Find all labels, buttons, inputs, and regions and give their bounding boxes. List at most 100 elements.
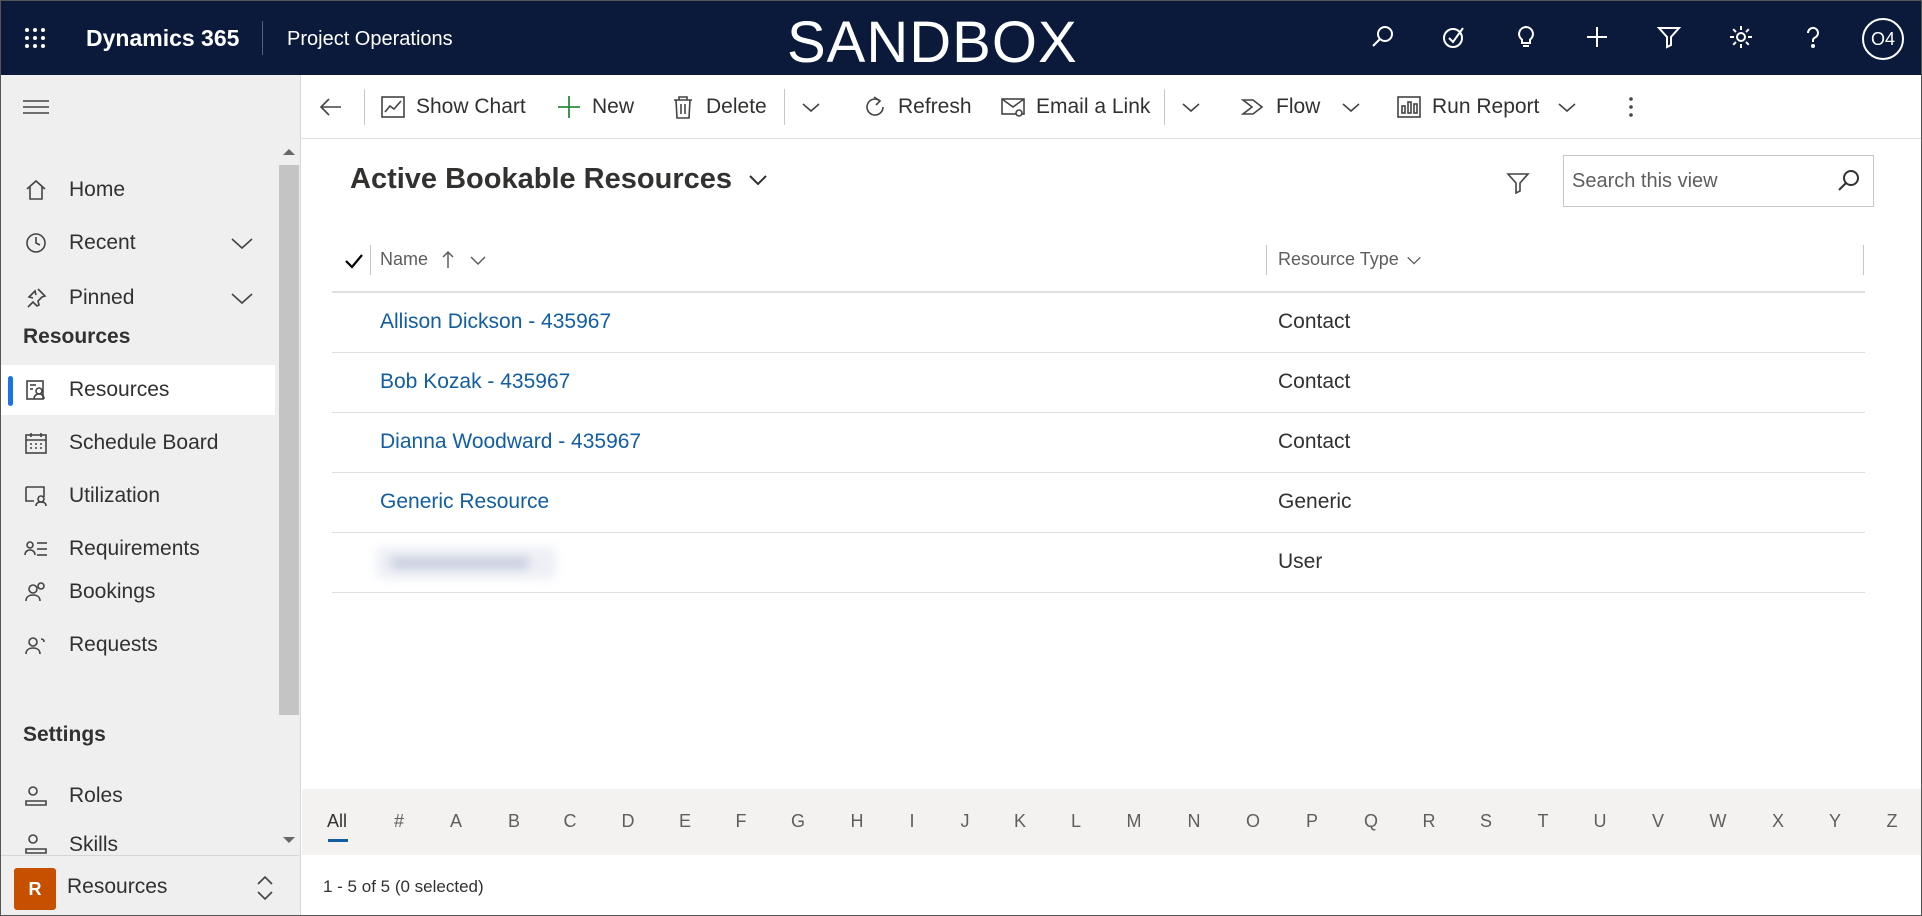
calendar-icon bbox=[23, 430, 49, 456]
jump-letter[interactable]: F bbox=[726, 811, 756, 832]
scroll-up-arrow-icon[interactable] bbox=[283, 149, 295, 155]
chevron-down-icon[interactable] bbox=[229, 285, 255, 311]
email-link-button[interactable]: Email a Link bbox=[1000, 87, 1150, 127]
select-all-checkmark-icon[interactable] bbox=[342, 249, 366, 273]
sidebar-item-skills[interactable]: Skills bbox=[1, 815, 275, 855]
jump-letter[interactable]: J bbox=[950, 811, 980, 832]
grid-header: Name Resource Type bbox=[332, 231, 1865, 293]
hamburger-menu-icon[interactable] bbox=[23, 97, 49, 117]
back-button[interactable] bbox=[318, 87, 344, 127]
sidebar-item-resources[interactable]: Resources bbox=[1, 365, 275, 415]
chevron-down-icon bbox=[749, 174, 767, 185]
sidebar-item-label: Schedule Board bbox=[69, 431, 219, 454]
show-chart-button[interactable]: Show Chart bbox=[380, 87, 526, 127]
button-label: Run Report bbox=[1432, 95, 1540, 118]
jump-letter[interactable]: G bbox=[783, 811, 813, 832]
filter-icon[interactable] bbox=[1651, 19, 1687, 55]
jump-letter[interactable]: D bbox=[613, 811, 643, 832]
sidebar-item-roles[interactable]: Roles bbox=[1, 771, 275, 821]
jump-letter-all[interactable]: All bbox=[322, 811, 352, 842]
record-name-link[interactable]: Bob Kozak - 435967 bbox=[380, 370, 570, 394]
run-report-button[interactable]: Run Report bbox=[1396, 87, 1539, 127]
jump-letter[interactable]: R bbox=[1414, 811, 1444, 832]
record-name-link[interactable]: Generic Resource bbox=[380, 490, 549, 514]
delete-button[interactable]: Delete bbox=[670, 87, 767, 127]
record-name-link[interactable]: Dianna Woodward - 435967 bbox=[380, 430, 641, 454]
search-input[interactable] bbox=[1572, 166, 1822, 196]
more-email-options-button[interactable] bbox=[1178, 87, 1204, 127]
jump-letter[interactable]: A bbox=[441, 811, 471, 832]
jump-letter[interactable]: H bbox=[842, 811, 872, 832]
jump-letter[interactable]: C bbox=[555, 811, 585, 832]
sidebar-item-utilization[interactable]: Utilization bbox=[1, 471, 275, 521]
jump-letter[interactable]: I bbox=[897, 811, 927, 832]
sidebar-item-home[interactable]: Home bbox=[1, 165, 275, 215]
lightbulb-icon[interactable] bbox=[1508, 19, 1544, 55]
app-launcher-icon[interactable] bbox=[23, 26, 47, 50]
jump-letter[interactable]: V bbox=[1643, 811, 1673, 832]
jump-letter[interactable]: B bbox=[499, 811, 529, 832]
record-name-link[interactable]: Allison Dickson - 435967 bbox=[380, 310, 611, 334]
sidebar-item-requests[interactable]: Requests bbox=[1, 620, 275, 670]
jump-letter[interactable]: T bbox=[1528, 811, 1558, 832]
sidebar-item-bookings[interactable]: Bookings bbox=[1, 567, 275, 617]
more-delete-options-button[interactable] bbox=[798, 87, 824, 127]
task-check-icon[interactable] bbox=[1436, 19, 1472, 55]
search-icon[interactable] bbox=[1365, 19, 1401, 55]
filter-icon[interactable] bbox=[1504, 169, 1532, 197]
run-report-dropdown-button[interactable] bbox=[1554, 87, 1580, 127]
environment-banner: SANDBOX bbox=[787, 10, 1078, 75]
jump-letter[interactable]: U bbox=[1585, 811, 1615, 832]
jump-letter[interactable]: E bbox=[670, 811, 700, 832]
flow-icon bbox=[1240, 99, 1264, 115]
jump-letter[interactable]: Y bbox=[1820, 811, 1850, 832]
jump-letter[interactable]: K bbox=[1005, 811, 1035, 832]
column-header-resource-type[interactable]: Resource Type bbox=[1278, 249, 1423, 270]
gear-icon[interactable] bbox=[1723, 19, 1759, 55]
chevron-down-icon[interactable] bbox=[229, 230, 255, 256]
button-label: Delete bbox=[706, 95, 767, 118]
jump-letter[interactable]: N bbox=[1179, 811, 1209, 832]
sidebar-item-pinned[interactable]: Pinned bbox=[1, 273, 275, 323]
view-selector[interactable]: Active Bookable Resources bbox=[350, 163, 770, 196]
table-row[interactable]: Allison Dickson - 435967 Contact bbox=[332, 293, 1865, 353]
resource-type-cell: Generic bbox=[1278, 490, 1352, 513]
jump-letter[interactable]: # bbox=[384, 811, 414, 832]
sidebar-scrollbar[interactable] bbox=[279, 165, 299, 715]
sidebar-item-schedule-board[interactable]: Schedule Board bbox=[1, 418, 275, 468]
jump-letter[interactable]: W bbox=[1703, 811, 1733, 832]
jump-letter[interactable]: S bbox=[1471, 811, 1501, 832]
new-button[interactable]: New bbox=[556, 87, 634, 127]
divider bbox=[784, 89, 785, 125]
brand-name[interactable]: Dynamics 365 bbox=[86, 25, 239, 52]
table-row[interactable]: Bob Kozak - 435967 Contact bbox=[332, 353, 1865, 413]
search-icon[interactable] bbox=[1836, 168, 1862, 194]
jump-letter[interactable]: X bbox=[1763, 811, 1793, 832]
jump-letter[interactable]: M bbox=[1119, 811, 1149, 832]
jump-letter[interactable]: Q bbox=[1356, 811, 1386, 832]
scroll-down-arrow-icon[interactable] bbox=[283, 837, 295, 843]
user-avatar[interactable]: O4 bbox=[1862, 18, 1904, 60]
report-icon bbox=[1397, 96, 1421, 118]
more-vertical-icon bbox=[1629, 97, 1633, 117]
jump-letter[interactable]: P bbox=[1297, 811, 1327, 832]
sidebar-item-label: Resources bbox=[69, 378, 170, 401]
plus-icon[interactable] bbox=[1579, 19, 1615, 55]
jump-letter[interactable]: L bbox=[1061, 811, 1091, 832]
jump-letter[interactable]: O bbox=[1238, 811, 1268, 832]
table-row[interactable]: Generic Resource Generic bbox=[332, 473, 1865, 533]
more-commands-button[interactable] bbox=[1618, 87, 1644, 127]
help-icon[interactable] bbox=[1795, 19, 1831, 55]
table-row[interactable]: Dianna Woodward - 435967 Contact bbox=[332, 413, 1865, 473]
area-switcher[interactable]: R Resources bbox=[1, 855, 299, 915]
redacted-name[interactable] bbox=[376, 547, 556, 579]
resource-type-cell: Contact bbox=[1278, 310, 1351, 333]
flow-button[interactable]: Flow bbox=[1240, 87, 1320, 127]
column-header-name[interactable]: Name bbox=[380, 249, 488, 270]
sidebar-item-recent[interactable]: Recent bbox=[1, 218, 275, 268]
jump-letter[interactable]: Z bbox=[1877, 811, 1907, 832]
app-name[interactable]: Project Operations bbox=[287, 28, 453, 51]
flow-dropdown-button[interactable] bbox=[1338, 87, 1364, 127]
refresh-button[interactable]: Refresh bbox=[862, 87, 972, 127]
table-row[interactable]: User bbox=[332, 533, 1865, 593]
